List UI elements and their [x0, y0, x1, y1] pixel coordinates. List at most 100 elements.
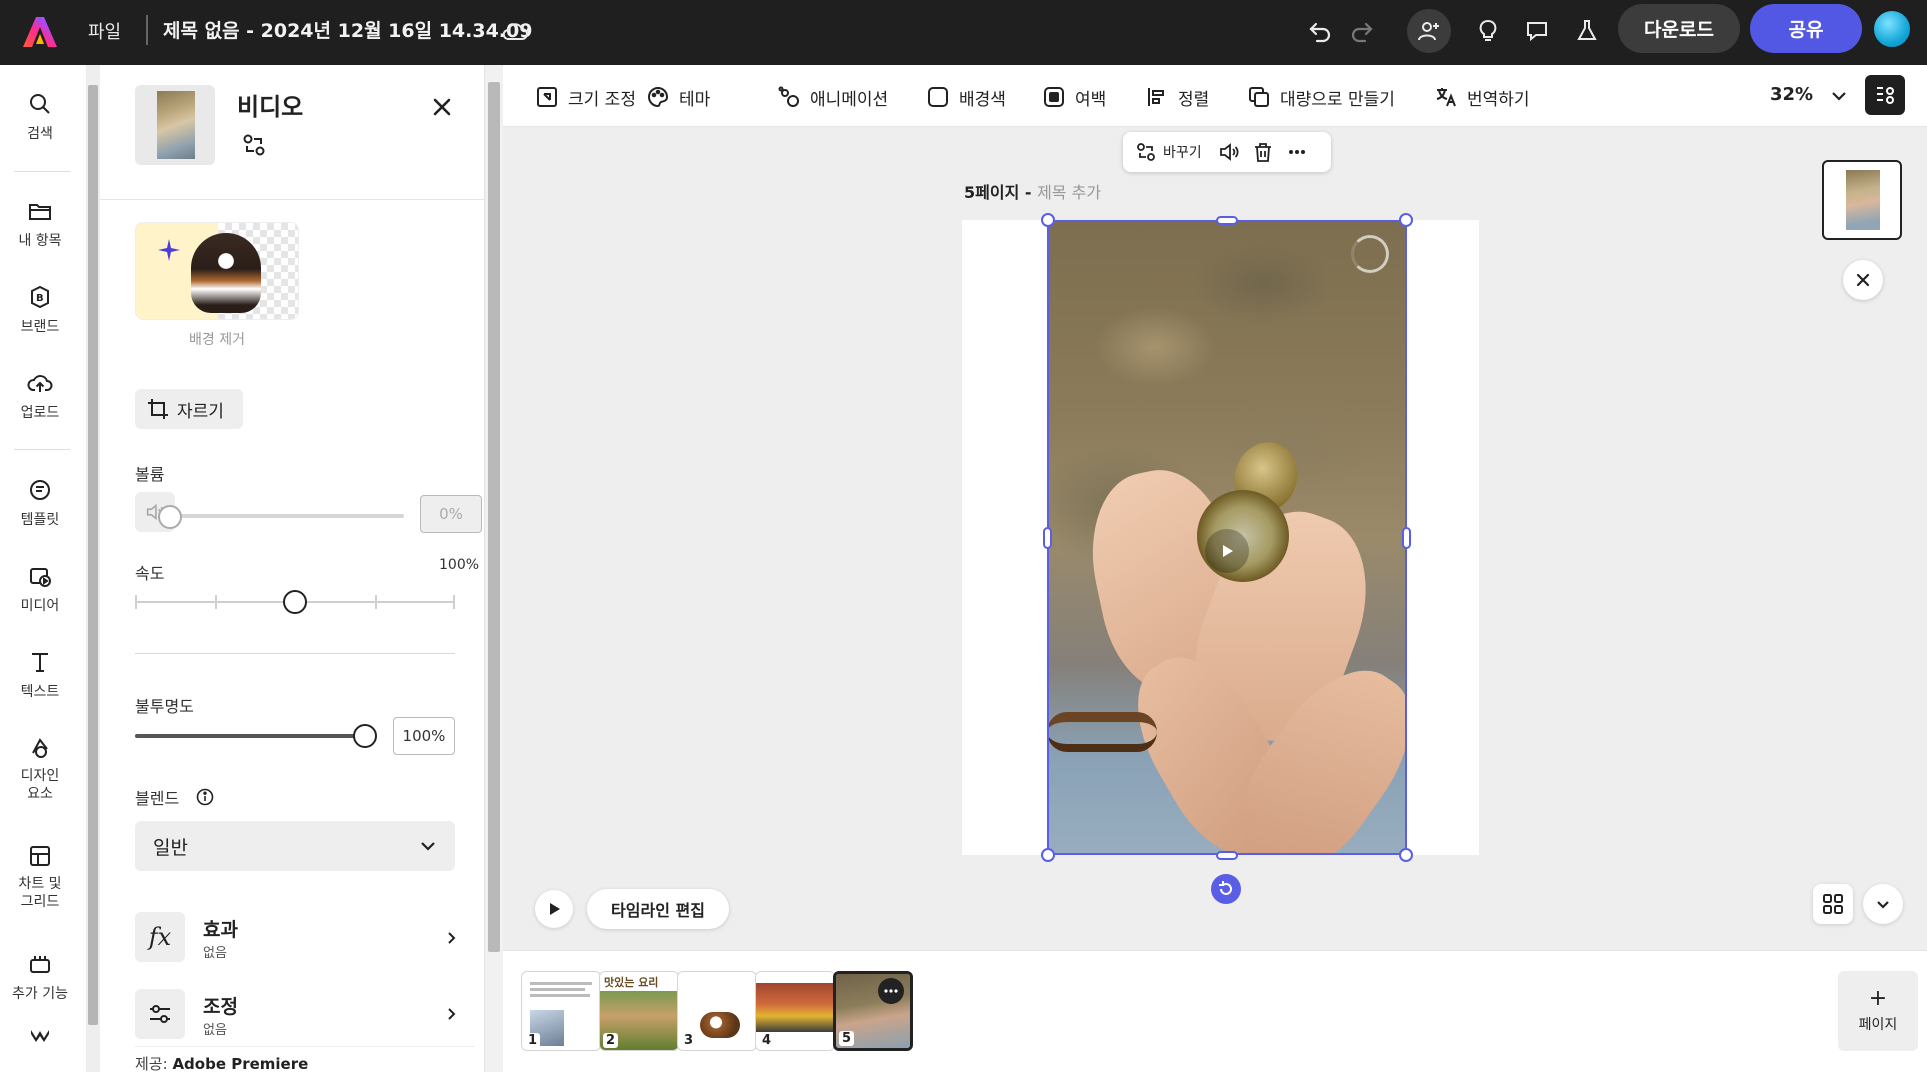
rail-item-addons[interactable]: 추가 기능: [0, 951, 80, 1003]
user-avatar[interactable]: [1872, 9, 1912, 49]
toolbar-padding[interactable]: 여백: [1042, 82, 1106, 112]
bg-color-icon: [928, 87, 948, 107]
play-button[interactable]: [535, 890, 573, 928]
toolbar-label: 애니메이션: [810, 89, 889, 110]
delete-button[interactable]: [1252, 141, 1274, 163]
lightbulb-icon[interactable]: [1471, 14, 1505, 48]
replace-button[interactable]: 바꾸기: [1135, 141, 1202, 163]
rail-item-text[interactable]: 텍스트: [0, 649, 80, 701]
page-strip: 1 맛있는 요리 2 3 4 5 + 페이지: [503, 950, 1927, 1072]
panel-scrollbar-thumb[interactable]: [488, 82, 500, 952]
toolbar-translate[interactable]: 번역하기: [1434, 82, 1530, 112]
page-options-button[interactable]: [878, 978, 904, 1004]
chevron-right-icon[interactable]: [444, 1007, 458, 1021]
resize-handle-top-left[interactable]: [1041, 213, 1055, 227]
provider-credit: 제공: Adobe Premiere: [135, 1046, 475, 1072]
share-button[interactable]: 공유: [1750, 4, 1862, 53]
toolbar-theme[interactable]: 테마: [646, 82, 710, 112]
toolbar-bulk-create[interactable]: 대량으로 만들기: [1247, 82, 1395, 112]
file-menu[interactable]: 파일: [88, 18, 121, 44]
crop-button[interactable]: 자르기: [135, 389, 243, 429]
rail-item-label: 디자인 요소: [20, 768, 60, 802]
rail-item-media[interactable]: 미디어: [0, 563, 80, 615]
opacity-value-field[interactable]: 100%: [393, 717, 455, 755]
page-number: 1: [525, 1033, 541, 1048]
edit-timeline-button[interactable]: 타임라인 편집: [587, 889, 729, 929]
adjust-row[interactable]: 조정 없음: [203, 992, 238, 1036]
bulk-create-icon: [1249, 87, 1269, 107]
rail-item-charts-grids[interactable]: 차트 및 그리드: [0, 843, 80, 911]
download-button[interactable]: 다운로드: [1618, 4, 1740, 53]
remove-background-card[interactable]: [135, 222, 299, 320]
resize-handle-bottom[interactable]: [1216, 851, 1238, 860]
page-thumbnail-4[interactable]: 4: [755, 971, 835, 1051]
rail-item-more[interactable]: [0, 1020, 80, 1052]
page-thumbnail-3[interactable]: 3: [677, 971, 757, 1051]
media-icon: [30, 568, 51, 587]
rail-item-upload[interactable]: 업로드: [0, 370, 80, 422]
page-number: 2: [603, 1033, 619, 1048]
volume-button[interactable]: [1218, 141, 1240, 163]
rail-item-brand[interactable]: B 브랜드: [0, 284, 80, 336]
comment-icon[interactable]: [1520, 14, 1554, 48]
toolbar-label: 대량으로 만들기: [1280, 89, 1395, 110]
toolbar-resize[interactable]: 크기 조정: [535, 82, 636, 112]
toolbar-align[interactable]: 정렬: [1145, 82, 1209, 112]
more-options-button[interactable]: [1286, 141, 1308, 163]
zoom-level[interactable]: 32%: [1770, 84, 1813, 105]
selection-box: [1047, 220, 1407, 855]
blend-mode-dropdown[interactable]: 일반: [135, 821, 455, 871]
toolbar-animation[interactable]: 애니메이션: [777, 82, 888, 112]
opacity-slider-knob[interactable]: [353, 724, 377, 748]
rail-item-search[interactable]: 검색: [0, 91, 80, 143]
rail-item-templates[interactable]: 템플릿: [0, 477, 80, 529]
close-icon[interactable]: [428, 93, 456, 121]
close-preview-button[interactable]: [1843, 260, 1883, 300]
page-number: 3: [681, 1033, 697, 1048]
invite-user-icon[interactable]: [1407, 9, 1451, 53]
resize-handle-left[interactable]: [1043, 527, 1052, 549]
grid-view-button[interactable]: [1813, 884, 1853, 924]
chevron-right-icon[interactable]: [444, 931, 458, 945]
volume-slider-knob[interactable]: [158, 505, 182, 529]
resize-handle-bottom-left[interactable]: [1041, 848, 1055, 862]
rail-scrollbar-thumb[interactable]: [88, 85, 98, 1025]
page-thumbnail-1[interactable]: 1: [521, 971, 601, 1051]
resize-handle-top[interactable]: [1216, 216, 1238, 225]
rotate-handle[interactable]: [1211, 874, 1241, 904]
collapse-pages-button[interactable]: [1863, 884, 1903, 924]
speaker-icon: [1219, 143, 1239, 161]
resize-handle-top-right[interactable]: [1399, 213, 1413, 227]
resize-handle-right[interactable]: [1402, 527, 1411, 549]
adobe-express-logo-icon[interactable]: [22, 14, 58, 50]
rail-divider: [14, 171, 70, 172]
layers-toggle-button[interactable]: [1865, 75, 1905, 115]
volume-slider[interactable]: [170, 514, 404, 518]
toolbar-bg-color[interactable]: 배경색: [926, 82, 1006, 112]
document-title[interactable]: 제목 없음 - 2024년 12월 16일 14.34.09: [163, 16, 532, 43]
cloud-sync-icon[interactable]: [500, 16, 530, 46]
labs-flask-icon[interactable]: [1570, 14, 1604, 48]
page-thumbnail-5[interactable]: 5: [833, 971, 913, 1051]
redo-icon[interactable]: [1345, 14, 1379, 48]
add-page-button[interactable]: + 페이지: [1838, 971, 1918, 1051]
resize-handle-bottom-right[interactable]: [1399, 848, 1413, 862]
undo-icon[interactable]: [1303, 14, 1337, 48]
speed-slider-knob[interactable]: [283, 590, 307, 614]
toolbar-label: 번역하기: [1467, 89, 1530, 110]
rail-item-my-stuff[interactable]: 내 항목: [0, 198, 80, 250]
effects-row[interactable]: 효과 없음: [203, 915, 238, 961]
video-thumbnail: [135, 85, 215, 165]
page-thumbnail-2[interactable]: 맛있는 요리 2: [599, 971, 679, 1051]
speed-tick: [135, 595, 137, 609]
panel-divider: [100, 199, 485, 200]
info-icon[interactable]: [196, 788, 214, 806]
volume-value-field[interactable]: 0%: [420, 495, 482, 533]
adjust-title: 조정: [203, 996, 238, 1018]
chevron-down-icon[interactable]: [1828, 85, 1850, 107]
replace-media-icon[interactable]: [240, 131, 268, 159]
rail-item-design-elements[interactable]: 디자인 요소: [0, 735, 80, 803]
page-preview-thumbnail[interactable]: [1822, 160, 1902, 240]
plus-icon: +: [1868, 986, 1888, 1011]
page-title-input[interactable]: 제목 추가: [1037, 183, 1101, 202]
